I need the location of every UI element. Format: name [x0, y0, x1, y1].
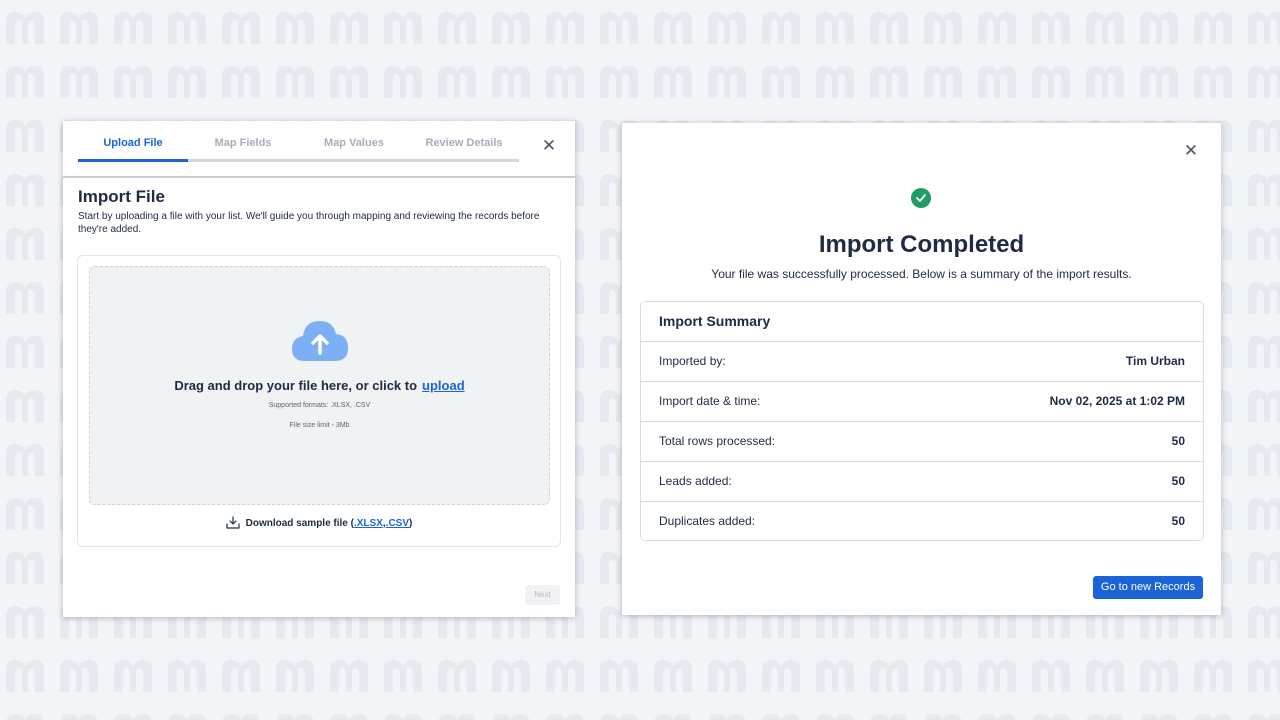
- supported-formats: Supported formats: .XLSX, .CSV: [268, 402, 371, 409]
- summary-row-total-rows: Total rows processed: 50: [641, 422, 1203, 462]
- summary-row-import-date: Import date & time: Nov 02, 2025 at 1:02…: [641, 382, 1203, 422]
- completion-title: Import Completed: [818, 231, 1025, 258]
- close-icon[interactable]: ✕: [1183, 142, 1199, 159]
- import-description: Start by uploading a file with your list…: [78, 211, 540, 235]
- drop-instructions: Drag and drop your file here, or click t…: [174, 378, 465, 393]
- import-completed-modal: ✕ Import Completed Your file was success…: [622, 123, 1221, 615]
- import-stepper: Upload File Map Fields Map Values Review…: [78, 121, 519, 162]
- next-button[interactable]: Next: [525, 585, 560, 605]
- upload-link[interactable]: upload: [422, 378, 465, 393]
- header-divider: [63, 176, 575, 178]
- step-review-details[interactable]: Review Details: [409, 121, 519, 159]
- step-map-values[interactable]: Map Values: [299, 121, 409, 159]
- download-xlsx-link[interactable]: .XLSX: [354, 518, 383, 529]
- summary-value: Nov 02, 2025 at 1:02 PM: [1049, 394, 1185, 408]
- download-csv-link[interactable]: .CSV: [386, 518, 409, 529]
- summary-label: Imported by:: [659, 354, 726, 368]
- import-file-modal: Upload File Map Fields Map Values Review…: [63, 121, 575, 617]
- summary-value: 50: [1171, 474, 1185, 488]
- download-sample-row: Download sample file (.XLSX,.CSV): [78, 516, 560, 529]
- sample-label: Download sample file (: [245, 518, 354, 529]
- summary-row-imported-by: Imported by: Tim Urban: [641, 342, 1203, 382]
- import-summary-table: Import Summary Imported by: Tim Urban Im…: [640, 301, 1204, 541]
- file-drop-zone[interactable]: Drag and drop your file here, or click t…: [89, 266, 550, 505]
- upload-card: Drag and drop your file here, or click t…: [77, 255, 561, 547]
- summary-value: Tim Urban: [1125, 354, 1185, 368]
- completion-subtitle: Your file was successfully processed. Be…: [711, 267, 1132, 281]
- summary-label: Import date & time:: [659, 394, 761, 408]
- cloud-upload-icon: [292, 321, 348, 361]
- summary-row-leads-added: Leads added: 50: [641, 462, 1203, 502]
- download-icon: [226, 516, 240, 529]
- summary-value: 50: [1171, 434, 1185, 448]
- summary-row-duplicates-added: Duplicates added: 50: [641, 502, 1203, 540]
- step-upload-file[interactable]: Upload File: [78, 121, 188, 162]
- step-map-fields[interactable]: Map Fields: [188, 121, 298, 159]
- check-circle-icon: [911, 188, 931, 208]
- summary-label: Total rows processed:: [659, 434, 776, 448]
- go-to-new-records-button[interactable]: Go to new Records: [1093, 576, 1203, 599]
- summary-label: Leads added:: [659, 474, 732, 488]
- summary-title: Import Summary: [641, 302, 1203, 342]
- page-title: Import File: [78, 187, 165, 206]
- summary-label: Duplicates added:: [659, 514, 756, 528]
- close-icon[interactable]: ✕: [541, 137, 557, 154]
- summary-value: 50: [1171, 514, 1185, 528]
- file-size-limit: File size limit - 3Mb: [289, 422, 350, 429]
